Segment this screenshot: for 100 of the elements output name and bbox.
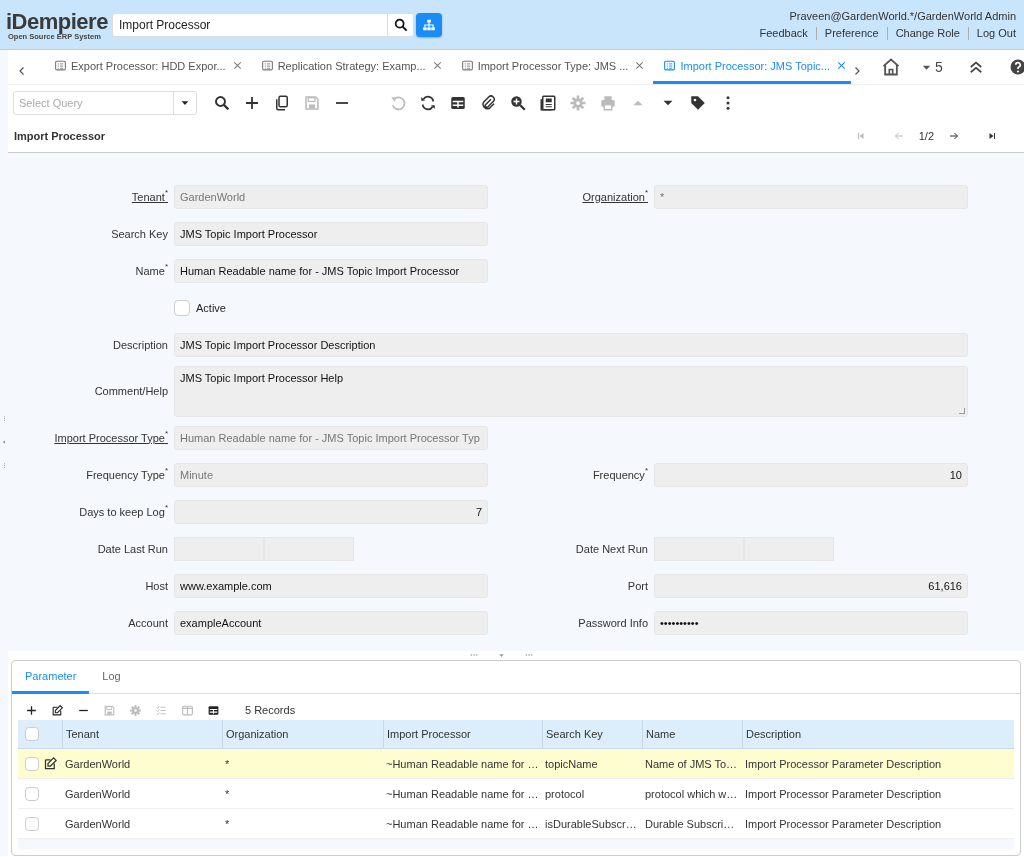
table-cell-text: Import Processor Parameter Description	[744, 787, 943, 802]
text-area[interactable]: JMS Topic Import Processor Help	[174, 365, 968, 417]
edit-icon[interactable]	[51, 704, 64, 717]
field-label[interactable]: Organization$^{*}$	[488, 190, 654, 203]
table-cell-text: *	[224, 817, 231, 832]
header-link[interactable]: Change Role	[887, 27, 968, 39]
search-box[interactable]: Import Processor	[112, 12, 414, 37]
table-cell-text: GardenWorld	[64, 817, 132, 832]
field-label: Days to keep Log$^{*}$	[78, 505, 169, 518]
home-icon[interactable]	[881, 57, 901, 77]
input-field[interactable]: Human Readable name for - JMS Topic Import Processor Typ	[174, 425, 488, 450]
table-cell-text: protocol which w…	[644, 787, 739, 802]
checkbox[interactable]	[25, 757, 39, 771]
checkbox-label: Active	[196, 301, 226, 314]
list-icon	[663, 59, 677, 72]
checkbox[interactable]	[25, 817, 39, 831]
grip-icon[interactable]	[469, 651, 478, 659]
table-cell-text: GardenWorld	[64, 787, 132, 802]
detail-tab[interactable]: Parameter	[12, 661, 90, 695]
header-link[interactable]: Log Out	[968, 27, 1016, 39]
query-combobox[interactable]: Select Query	[13, 90, 197, 115]
checkbox[interactable]	[174, 299, 190, 316]
checkbox[interactable]	[25, 727, 39, 742]
input-field[interactable]: 61,616	[654, 573, 968, 598]
column-header[interactable]: Import Processor	[383, 720, 542, 749]
search-field[interactable]: Import Processor	[113, 17, 387, 32]
table-row[interactable]: GardenWorld * ~Human Readable name for … isDurableSubscr… Durable Subscri… Import Processor Parameter Description	[18, 809, 1014, 840]
query-field[interactable]: Select Query	[14, 96, 173, 109]
help-icon[interactable]	[1008, 58, 1024, 76]
grip-icon[interactable]	[1, 416, 7, 421]
column-header[interactable]: Name	[642, 720, 742, 749]
window-tab[interactable]: Replication Strategy: Examp...	[250, 50, 447, 84]
list-icon	[460, 59, 474, 72]
table-row[interactable]: GardenWorld * ~Human Readable name for … topicName Name of JMS To… Import Processor Parameter Description	[18, 749, 1014, 780]
input-field[interactable]: exampleAccount	[174, 610, 488, 635]
table-cell-text: protocol	[544, 787, 586, 802]
table-cell-text: isDurableSubscr…	[544, 817, 638, 832]
field-label[interactable]: Tenant$^{*}$	[8, 190, 174, 203]
table-cell-text: Import Processor Parameter Description	[744, 757, 943, 772]
input-field[interactable]: JMS Topic Import Processor Description	[174, 332, 968, 357]
checkbox[interactable]	[25, 787, 39, 801]
copy-icon[interactable]	[273, 93, 291, 112]
header-link[interactable]: Feedback	[751, 27, 816, 39]
field-label: Frequency$^{*}$	[591, 468, 649, 481]
input-field[interactable]: Human Readable name for - JMS Topic Import Processor	[174, 258, 488, 283]
table-cell-text: ~Human Readable name for …	[385, 757, 540, 772]
edit-icon[interactable]	[43, 756, 58, 772]
grid-icon[interactable]	[207, 704, 220, 717]
input-field[interactable]: JMS Topic Import Processor	[174, 221, 488, 246]
header-link[interactable]: Preference	[816, 27, 887, 39]
window-tab[interactable]: Export Processor: HDD Expor...	[44, 50, 247, 84]
field-label: Account	[127, 616, 169, 629]
table-cell-text: Name of JMS To…	[644, 757, 739, 772]
window-tab[interactable]: Import Processor Type: JMS ...	[450, 50, 650, 84]
record-count: 5 Records	[245, 704, 296, 717]
close-icon[interactable]	[231, 60, 243, 71]
paperclip-icon[interactable]	[479, 93, 497, 112]
table-row[interactable]: GardenWorld * ~Human Readable name for … protocol protocol which w… Import Processor Parameter Description	[18, 779, 1014, 810]
plus-icon[interactable]	[25, 704, 38, 717]
document-icon[interactable]	[539, 93, 557, 112]
table-cell-text: Durable Subscri…	[644, 817, 736, 832]
field-label: Password Info	[577, 616, 649, 629]
field-label: Date Last Run	[96, 542, 169, 555]
zoom-in-icon[interactable]	[509, 93, 527, 112]
input-field[interactable]: www.example.com	[174, 573, 488, 598]
tag-icon[interactable]	[689, 93, 707, 112]
field-label: Date Next Run	[574, 542, 649, 555]
input-field[interactable]: 7	[174, 499, 488, 524]
field-label: Comment/Help	[93, 385, 169, 398]
close-icon[interactable]	[836, 60, 847, 71]
record-position: 1/2	[918, 130, 934, 143]
column-header[interactable]: Description	[742, 720, 1014, 749]
tab-title: Import Processor	[14, 130, 106, 143]
column-header[interactable]: Tenant	[62, 720, 222, 749]
column-header[interactable]: Organization	[222, 720, 383, 749]
field-label: Frequency Type$^{*}$	[85, 468, 169, 481]
search-icon[interactable]	[213, 93, 231, 112]
table-cell-text: Import Processor Parameter Description	[744, 817, 943, 832]
input-field[interactable]: 10	[654, 462, 968, 487]
list-icon	[54, 59, 67, 72]
field-label: Host	[144, 579, 169, 592]
field-label[interactable]: Import Processor Type$^{*}$	[8, 431, 174, 444]
input-field[interactable]: ••••••••••	[654, 610, 968, 635]
column-header[interactable]: Search Key	[542, 720, 642, 749]
table-cell-text: *	[224, 757, 231, 772]
list-icon	[260, 59, 274, 72]
window-count-button[interactable]: 5	[921, 59, 943, 75]
detail-tab[interactable]: Log	[89, 661, 134, 695]
field-label: Name$^{*}$	[134, 264, 169, 277]
field-label: Search Key	[110, 227, 169, 240]
close-icon[interactable]	[634, 60, 646, 71]
grip-icon[interactable]	[524, 651, 533, 659]
input-field[interactable]: *	[654, 184, 968, 209]
input-field[interactable]: GardenWorld	[174, 184, 488, 209]
close-icon[interactable]	[431, 60, 443, 71]
grip-icon[interactable]	[1, 463, 7, 468]
field-label: Port	[626, 579, 649, 592]
window-tab[interactable]: Import Processor: JMS Topic...	[653, 50, 851, 84]
refresh-icon[interactable]	[419, 93, 437, 112]
input-field[interactable]: Minute	[174, 462, 488, 487]
